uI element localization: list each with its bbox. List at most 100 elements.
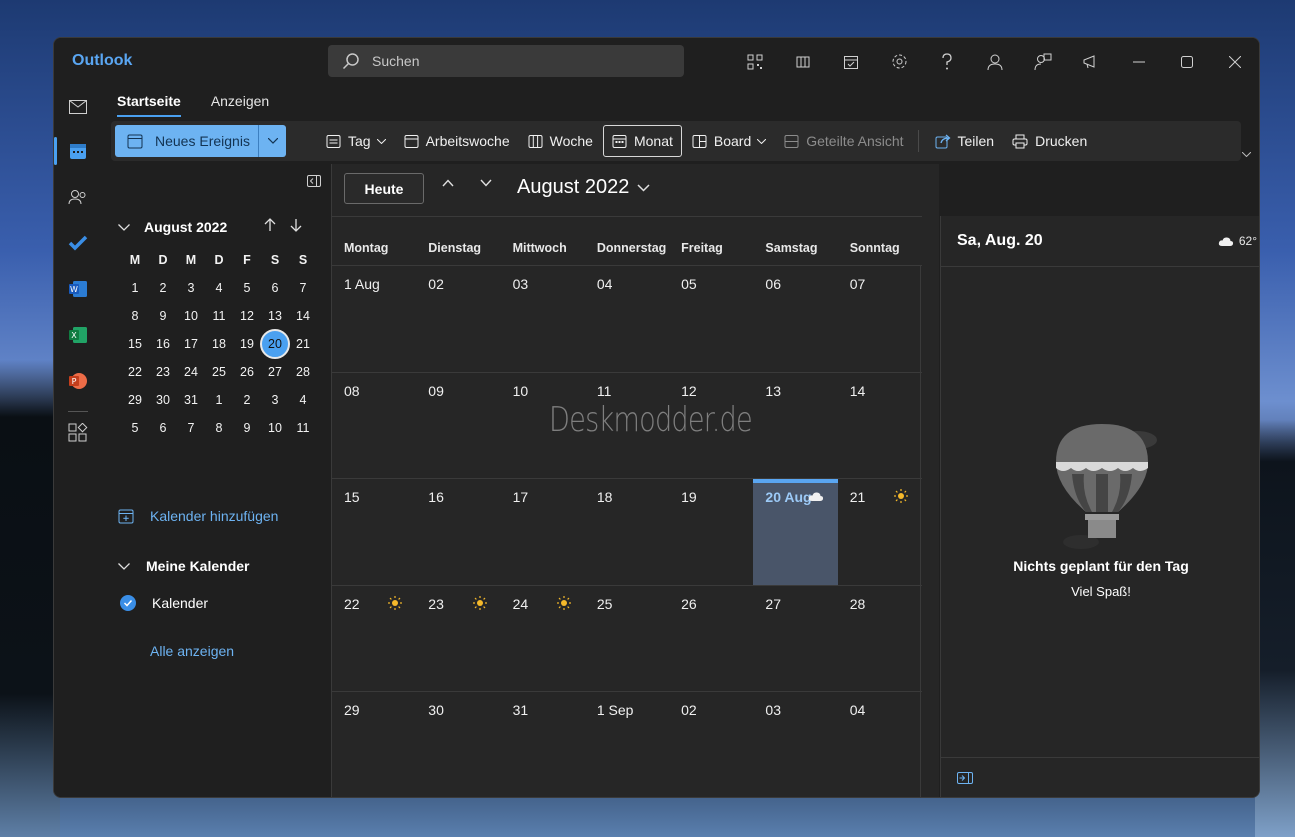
people-icon[interactable] [62, 181, 94, 213]
day-cell[interactable]: 29 [332, 692, 416, 797]
mini-day[interactable]: 29 [121, 386, 149, 414]
mini-day[interactable]: 15 [121, 330, 149, 358]
day-cell[interactable]: 21 [838, 479, 922, 585]
mini-day[interactable]: 2 [149, 274, 177, 302]
mini-day[interactable]: 14 [289, 302, 317, 330]
close-icon[interactable] [1211, 38, 1259, 85]
day-cell[interactable]: 02 [669, 692, 753, 797]
mini-day[interactable]: 28 [289, 358, 317, 386]
board-view-button[interactable]: Board [684, 125, 774, 157]
minimize-icon[interactable] [1115, 38, 1163, 85]
day-cell[interactable]: 05 [669, 266, 753, 372]
mini-day[interactable]: 19 [233, 330, 261, 358]
mini-day[interactable]: 25 [205, 358, 233, 386]
apps-icon[interactable] [62, 417, 94, 449]
day-cell[interactable]: 14 [838, 373, 922, 479]
mini-day[interactable]: 11 [205, 302, 233, 330]
mini-day[interactable]: 8 [121, 302, 149, 330]
previous-month-icon[interactable] [442, 179, 454, 187]
add-calendar-link[interactable]: Kalender hinzufügen [118, 508, 278, 524]
mini-day[interactable]: 5 [121, 414, 149, 442]
mini-day[interactable]: 9 [233, 414, 261, 442]
todo-icon[interactable] [62, 227, 94, 259]
week-view-button[interactable]: Woche [520, 125, 601, 157]
mini-day[interactable]: 16 [149, 330, 177, 358]
print-button[interactable]: Drucken [1004, 125, 1095, 157]
mini-day[interactable]: 21 [289, 330, 317, 358]
mini-day[interactable]: 11 [289, 414, 317, 442]
arrow-up-icon[interactable] [264, 218, 276, 232]
qr-code-icon[interactable] [731, 38, 779, 85]
day-cell[interactable]: 19 [669, 479, 753, 585]
mini-day[interactable]: 6 [261, 274, 289, 302]
mini-day[interactable]: 7 [177, 414, 205, 442]
day-cell-selected[interactable]: 20 Aug [753, 479, 838, 585]
day-cell[interactable]: 24 [501, 586, 585, 692]
excel-icon[interactable]: X [62, 319, 94, 351]
ribbon-expand-icon[interactable] [1241, 148, 1252, 160]
day-cell[interactable]: 09 [416, 373, 500, 479]
expand-pane-icon[interactable] [957, 772, 973, 784]
tab-anzeigen[interactable]: Anzeigen [196, 85, 284, 121]
search-input[interactable]: Suchen [328, 45, 684, 77]
today-button[interactable]: Heute [344, 173, 424, 204]
new-event-button[interactable]: Neues Ereignis [115, 125, 258, 157]
mini-day[interactable]: 8 [205, 414, 233, 442]
calendar-check-icon[interactable] [827, 38, 875, 85]
mini-day[interactable]: 5 [233, 274, 261, 302]
mini-day[interactable]: 10 [177, 302, 205, 330]
day-cell[interactable]: 07 [838, 266, 922, 372]
mini-day[interactable]: 22 [121, 358, 149, 386]
day-view-button[interactable]: Tag [318, 125, 394, 157]
mail-icon[interactable] [62, 91, 94, 123]
day-cell[interactable]: 26 [669, 586, 753, 692]
day-cell[interactable]: 03 [753, 692, 837, 797]
mini-day[interactable]: 24 [177, 358, 205, 386]
mini-day[interactable]: 26 [233, 358, 261, 386]
day-cell[interactable]: 17 [501, 479, 585, 585]
word-icon[interactable]: W [62, 273, 94, 305]
arrow-down-icon[interactable] [290, 218, 302, 232]
month-picker[interactable]: August 2022 [517, 176, 650, 199]
mini-day[interactable]: 12 [233, 302, 261, 330]
day-cell[interactable]: 04 [838, 692, 922, 797]
mini-day[interactable]: 3 [261, 386, 289, 414]
mini-day[interactable]: 17 [177, 330, 205, 358]
work-week-button[interactable]: Arbeitswoche [396, 125, 518, 157]
day-cell[interactable]: 22 [332, 586, 416, 692]
megaphone-icon[interactable] [1067, 38, 1115, 85]
mini-day[interactable]: 4 [289, 386, 317, 414]
split-view-button[interactable]: Geteilte Ansicht [776, 125, 911, 157]
feedback-icon[interactable] [1019, 38, 1067, 85]
mini-day[interactable]: 9 [149, 302, 177, 330]
mini-day[interactable]: 7 [289, 274, 317, 302]
mini-day[interactable]: 2 [233, 386, 261, 414]
day-cell[interactable]: 08 [332, 373, 416, 479]
day-cell[interactable]: 23 [416, 586, 500, 692]
day-cell[interactable]: 27 [753, 586, 837, 692]
day-cell[interactable]: 03 [501, 266, 585, 372]
day-cell[interactable]: 28 [838, 586, 922, 692]
mini-day[interactable]: 27 [261, 358, 289, 386]
next-month-icon[interactable] [480, 179, 492, 187]
day-cell[interactable]: 13 [753, 373, 837, 479]
share-button[interactable]: Teilen [927, 125, 1003, 157]
day-cell[interactable]: 18 [585, 479, 669, 585]
mini-day[interactable]: 3 [177, 274, 205, 302]
mini-day[interactable]: 1 [121, 274, 149, 302]
day-cell[interactable]: 1 Aug [332, 266, 416, 372]
day-cell[interactable]: 15 [332, 479, 416, 585]
my-calendars-header[interactable]: Meine Kalender [118, 558, 249, 574]
mini-day[interactable]: 13 [261, 302, 289, 330]
mini-day-today[interactable]: 20 [260, 329, 290, 359]
mini-day[interactable]: 1 [205, 386, 233, 414]
mini-day[interactable]: 18 [205, 330, 233, 358]
show-all-link[interactable]: Alle anzeigen [150, 643, 234, 659]
contacts-icon[interactable] [971, 38, 1019, 85]
collapse-pane-icon[interactable] [307, 174, 321, 192]
mini-day[interactable]: 23 [149, 358, 177, 386]
day-cell[interactable]: 16 [416, 479, 500, 585]
powerpoint-icon[interactable]: P [62, 365, 94, 397]
day-cell[interactable]: 25 [585, 586, 669, 692]
day-cell[interactable]: 1 Sep [585, 692, 669, 797]
